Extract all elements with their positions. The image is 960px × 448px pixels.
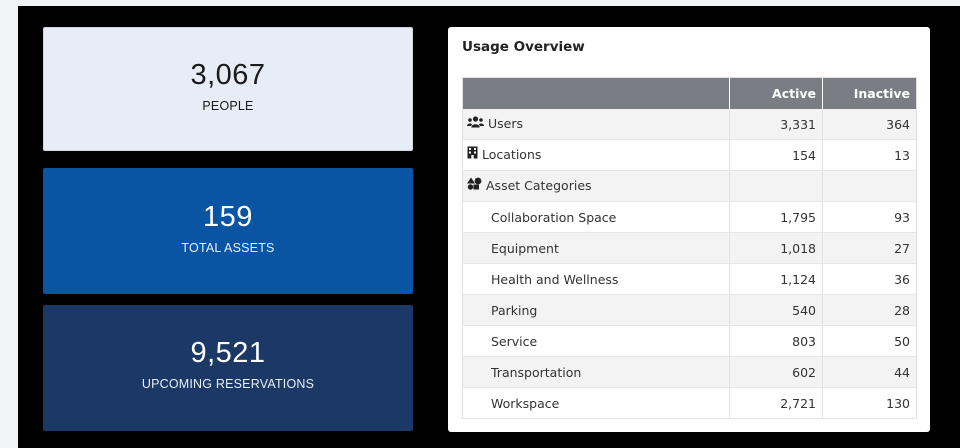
upcoming-reservations-label: UPCOMING RESERVATIONS bbox=[141, 377, 315, 391]
usage-table-header: Active Inactive bbox=[462, 77, 917, 109]
table-row-locations: Locations 154 13 bbox=[462, 139, 917, 171]
active-value: 154 bbox=[729, 139, 823, 171]
active-value: 540 bbox=[729, 294, 823, 326]
inactive-column-header[interactable]: Inactive bbox=[822, 77, 917, 109]
row-label: Service bbox=[462, 325, 730, 357]
active-value bbox=[729, 170, 823, 202]
row-label: Workspace bbox=[462, 387, 730, 419]
active-value: 1,018 bbox=[729, 232, 823, 264]
usage-overview-title: Usage Overview bbox=[462, 39, 585, 55]
usage-table: Active Inactive Users 3,331 364 Location… bbox=[462, 77, 917, 419]
users-icon bbox=[467, 116, 484, 131]
total-assets-label: TOTAL ASSETS bbox=[181, 241, 275, 255]
active-value: 2,721 bbox=[729, 387, 823, 419]
table-row-asset-categories: Asset Categories bbox=[462, 170, 917, 202]
row-label: Locations bbox=[482, 146, 542, 162]
inactive-value: 50 bbox=[822, 325, 917, 357]
table-row-transportation: Transportation 602 44 bbox=[462, 356, 917, 388]
inactive-value: 36 bbox=[822, 263, 917, 295]
table-row-parking: Parking 540 28 bbox=[462, 294, 917, 326]
table-row-users: Users 3,331 364 bbox=[462, 109, 917, 140]
shapes-icon bbox=[467, 177, 482, 193]
active-column-header[interactable]: Active bbox=[729, 77, 823, 109]
inactive-value: 27 bbox=[822, 232, 917, 264]
row-label: Collaboration Space bbox=[462, 201, 730, 233]
row-label: Parking bbox=[462, 294, 730, 326]
active-value: 602 bbox=[729, 356, 823, 388]
table-row-service: Service 803 50 bbox=[462, 325, 917, 357]
inactive-value: 44 bbox=[822, 356, 917, 388]
inactive-value: 13 bbox=[822, 139, 917, 171]
total-assets-stat-card[interactable]: 159 TOTAL ASSETS bbox=[43, 168, 413, 294]
row-label: Health and Wellness bbox=[462, 263, 730, 295]
people-count: 3,067 bbox=[190, 59, 266, 91]
active-value: 1,795 bbox=[729, 201, 823, 233]
building-icon bbox=[467, 146, 478, 162]
table-row-collaboration-space: Collaboration Space 1,795 93 bbox=[462, 201, 917, 233]
row-label: Equipment bbox=[462, 232, 730, 264]
inactive-value: 364 bbox=[822, 109, 917, 140]
upcoming-reservations-stat-card[interactable]: 9,521 UPCOMING RESERVATIONS bbox=[43, 305, 413, 431]
inactive-value bbox=[822, 170, 917, 202]
table-row-equipment: Equipment 1,018 27 bbox=[462, 232, 917, 264]
active-value: 3,331 bbox=[729, 109, 823, 140]
row-label: Asset Categories bbox=[486, 177, 592, 193]
name-column-header bbox=[462, 77, 730, 109]
inactive-value: 28 bbox=[822, 294, 917, 326]
usage-overview-panel: Usage Overview Active Inactive Users 3,3… bbox=[448, 27, 930, 432]
table-row-health-and-wellness: Health and Wellness 1,124 36 bbox=[462, 263, 917, 295]
active-value: 803 bbox=[729, 325, 823, 357]
table-row-workspace: Workspace 2,721 130 bbox=[462, 387, 917, 419]
people-stat-card[interactable]: 3,067 PEOPLE bbox=[43, 27, 413, 151]
inactive-value: 93 bbox=[822, 201, 917, 233]
active-value: 1,124 bbox=[729, 263, 823, 295]
inactive-value: 130 bbox=[822, 387, 917, 419]
total-assets-count: 159 bbox=[203, 201, 253, 233]
row-label: Transportation bbox=[462, 356, 730, 388]
people-label: PEOPLE bbox=[202, 99, 254, 113]
row-label: Users bbox=[488, 116, 524, 131]
upcoming-reservations-count: 9,521 bbox=[190, 337, 266, 369]
